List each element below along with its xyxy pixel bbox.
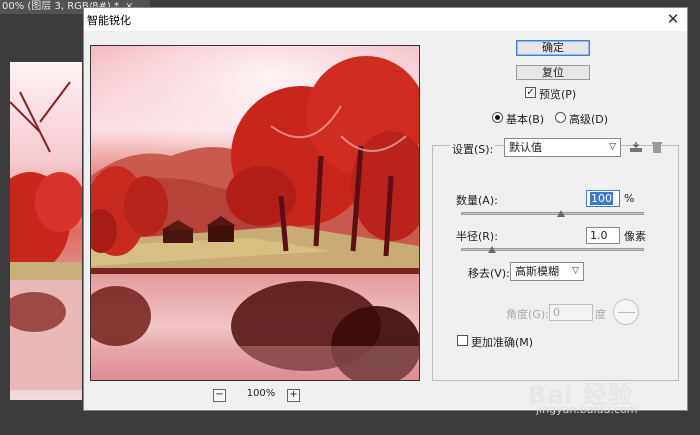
chevron-down-icon: ▽: [609, 142, 616, 152]
zoom-in-button[interactable]: +: [287, 389, 300, 402]
delete-preset-icon[interactable]: [649, 141, 665, 155]
amount-input[interactable]: 100: [586, 190, 620, 207]
angle-label: 角度(G):: [506, 308, 549, 321]
dialog-titlebar[interactable]: 智能锐化 ✕: [84, 8, 687, 31]
amount-slider-track[interactable]: [461, 212, 644, 215]
amount-slider-thumb[interactable]: [557, 210, 565, 217]
basic-radio[interactable]: [492, 112, 503, 123]
zoom-out-button[interactable]: −: [213, 389, 226, 402]
remove-select[interactable]: 高斯模糊 ▽: [510, 262, 584, 281]
save-preset-icon[interactable]: [628, 141, 644, 155]
radius-value: 1.0: [590, 229, 608, 242]
ok-button[interactable]: 确定: [516, 40, 590, 56]
preview-image[interactable]: [90, 45, 420, 381]
amount-label: 数量(A):: [456, 194, 498, 207]
angle-input: 0: [549, 304, 593, 321]
amount-value: 100: [590, 192, 613, 205]
radius-slider-thumb[interactable]: [488, 246, 496, 253]
dialog-title: 智能锐化: [87, 14, 131, 27]
angle-unit: 度: [595, 308, 606, 321]
settings-select[interactable]: 默认值 ▽: [504, 138, 621, 157]
angle-value: 0: [553, 306, 560, 319]
advanced-radio[interactable]: [555, 112, 566, 123]
more-accurate-label: 更加准确(M): [471, 336, 534, 349]
preview-checkbox[interactable]: ✓: [525, 87, 536, 98]
amount-unit: %: [624, 192, 635, 205]
angle-dial: [613, 299, 639, 325]
zoom-level: 100%: [246, 388, 276, 399]
dialog-close-button[interactable]: ✕: [662, 10, 684, 28]
preview-label: 预览(P): [539, 88, 577, 101]
more-accurate-checkbox[interactable]: [457, 335, 468, 346]
background-canvas: [10, 62, 82, 400]
radius-input[interactable]: 1.0: [586, 227, 620, 244]
radius-label: 半径(R):: [456, 230, 498, 243]
zoom-bar: − 100% +: [204, 388, 344, 404]
baidu-watermark: Bai 经验 jingyan.baidu.com: [528, 375, 688, 425]
reset-button[interactable]: 复位: [516, 65, 590, 80]
chevron-down-icon: ▽: [572, 266, 579, 276]
advanced-label: 高级(D): [569, 113, 609, 126]
remove-value: 高斯模糊: [515, 265, 559, 278]
settings-label: 设置(S):: [450, 141, 496, 157]
remove-label: 移去(V):: [468, 267, 510, 280]
radius-unit: 像素: [624, 230, 646, 243]
basic-label: 基本(B): [506, 113, 545, 126]
settings-value: 默认值: [509, 141, 542, 154]
smart-sharpen-dialog: 智能锐化 ✕ − 100% + 确定 复位 ✓ 预览(P) 基本(B) 高级(D…: [83, 7, 688, 411]
watermark-url: jingyan.baidu.com: [536, 403, 638, 416]
